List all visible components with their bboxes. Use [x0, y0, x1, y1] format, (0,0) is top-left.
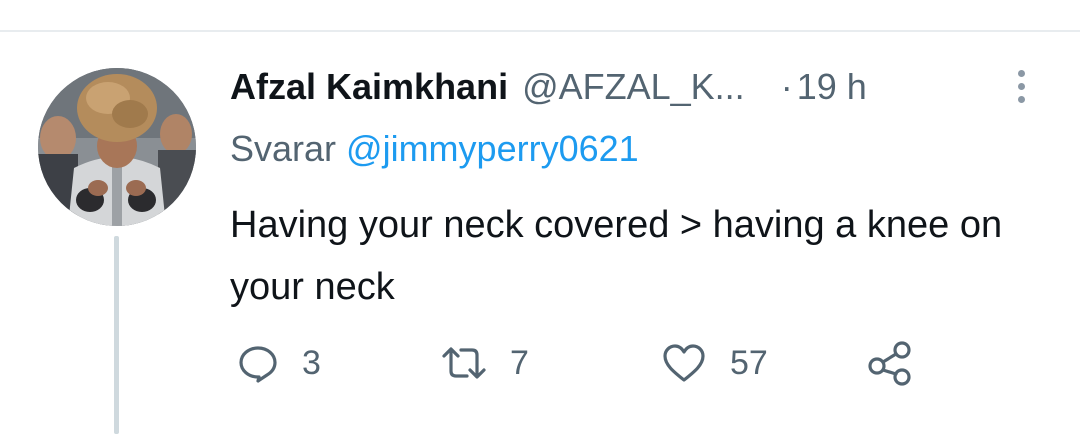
retweet-count: 7 [510, 343, 529, 382]
share-button[interactable] [866, 340, 914, 386]
like-count: 57 [730, 343, 768, 382]
user-handle[interactable]: @AFZAL_K... [522, 66, 745, 108]
top-divider [0, 30, 1080, 32]
avatar[interactable] [38, 68, 196, 226]
like-button[interactable]: 57 [660, 340, 768, 386]
tweet-header: Afzal Kaimkhani @AFZAL_K... · 19 h [230, 64, 867, 110]
display-name[interactable]: Afzal Kaimkhani [230, 66, 508, 108]
reply-icon [239, 346, 277, 383]
retweet-icon [442, 347, 486, 379]
more-vertical-icon[interactable] [1008, 66, 1034, 106]
share-icon [868, 341, 911, 386]
heart-icon [663, 344, 705, 382]
reply-to-handle[interactable]: @jimmyperry0621 [346, 128, 639, 169]
avatar-image [38, 68, 196, 226]
tweet-text: Having your neck covered > having a knee… [230, 204, 1003, 308]
reply-count: 3 [302, 343, 321, 382]
replying-to: Svarar @jimmyperry0621 [230, 128, 639, 170]
separator-dot: · [780, 66, 793, 107]
reply-prefix: Svarar [230, 128, 337, 169]
reply-button[interactable]: 3 [236, 340, 321, 386]
retweet-button[interactable]: 7 [440, 340, 529, 386]
timestamp[interactable]: 19 h [797, 66, 867, 108]
thread-line [114, 236, 119, 434]
